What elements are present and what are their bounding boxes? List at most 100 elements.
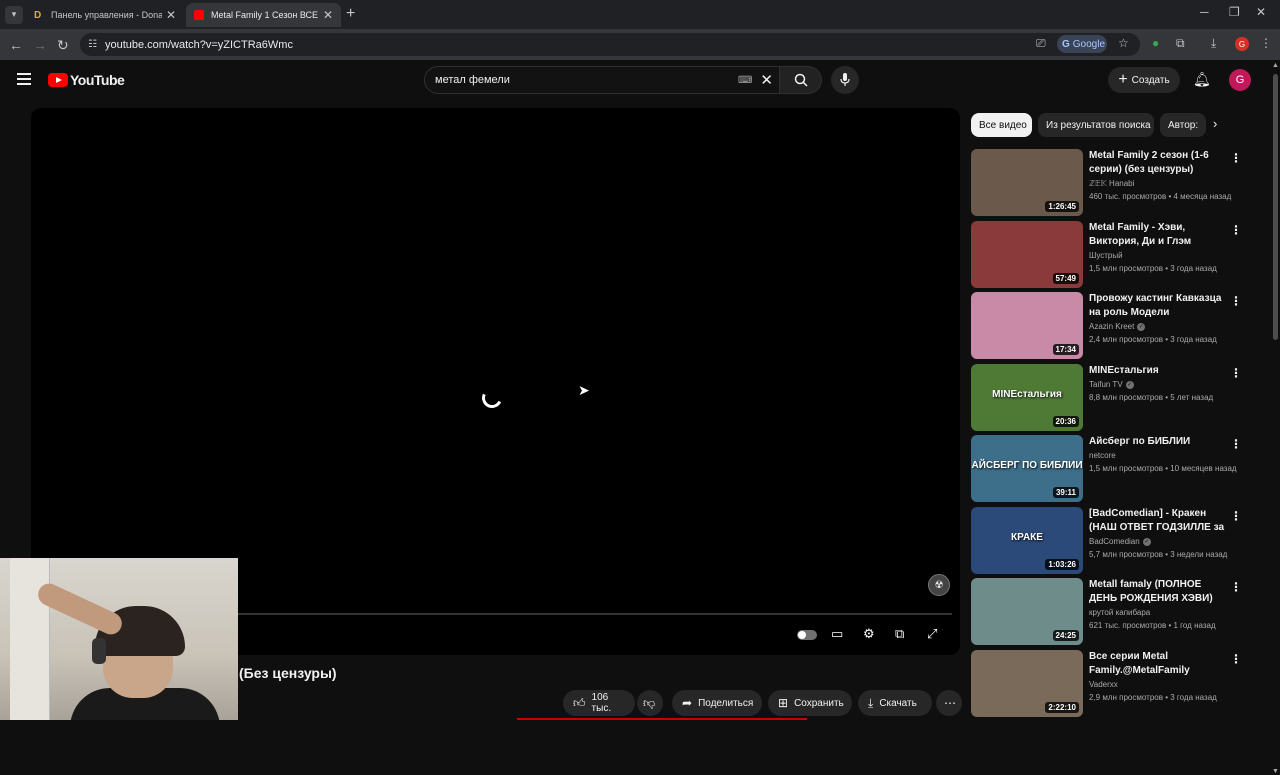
more-options-icon[interactable]: ⋮ [1230, 652, 1242, 666]
recommendation-item[interactable]: 1:26:45 Metal Family 2 сезон (1-6 серии) … [971, 149, 1251, 217]
youtube-play-icon [48, 73, 68, 87]
address-bar[interactable]: ☷ youtube.com/watch?v=yZICTRa6Wmc [80, 33, 1140, 56]
recommendation-item[interactable]: 24:25 Metall famaly (ПОЛНОЕ ДЕНЬ РОЖДЕНИЯ… [971, 578, 1251, 646]
recommendation-item[interactable]: 57:49 Metal Family - Хэви, Виктория, Ди и… [971, 221, 1251, 289]
recommendation-item[interactable]: КРАКЕ 1:03:26 [BadComedian] - Кракен (НАШ … [971, 507, 1251, 575]
recommendation-channel[interactable]: Шустрый [1089, 251, 1227, 260]
minimize-icon[interactable]: ─ [1200, 5, 1209, 19]
page-scrollbar[interactable]: ▲ ▼ [1271, 60, 1280, 775]
recommendation-item[interactable]: 2:22:10 Все серии Metal Family.@MetalFami… [971, 650, 1251, 718]
miniplayer-icon[interactable]: ⧉ [895, 626, 904, 642]
share-button[interactable]: ➦ Поделиться [672, 690, 762, 716]
recommendation-channel[interactable]: Taifun TV ✓ [1089, 380, 1227, 389]
maximize-icon[interactable]: ❐ [1229, 5, 1240, 19]
browser-tab-youtube[interactable]: Metal Family 1 Сезон ВСЕ СЕРИ ✕ [186, 3, 341, 27]
search-button[interactable] [780, 66, 822, 94]
video-title: (Без цензуры) [239, 665, 337, 681]
video-thumbnail[interactable]: 24:25 [971, 578, 1083, 645]
extensions-puzzle-icon[interactable]: ⧉ [1176, 36, 1185, 51]
recommendation-item[interactable]: 17:34 Провожу кастинг Кавказца на роль Мо… [971, 292, 1251, 360]
chip-all-videos[interactable]: Все видео [971, 113, 1032, 137]
recommendation-title[interactable]: Провожу кастинг Кавказца на роль Модели … [1089, 292, 1227, 320]
video-thumbnail[interactable]: 2:22:10 [971, 650, 1083, 717]
site-info-icon[interactable]: ☷ [88, 39, 97, 50]
tab-search-button[interactable]: ▾ [5, 5, 23, 24]
more-options-icon[interactable]: ⋮ [1230, 437, 1242, 451]
back-icon[interactable]: ← [9, 37, 23, 53]
recommendation-item[interactable]: АЙСБЕРГ ПО БИБЛИИ 39:11 Айсберг по БИБЛИИ n… [971, 435, 1251, 503]
recommendation-info: Все серии Metal Family.@MetalFamily Vader… [1089, 650, 1227, 702]
create-button[interactable]: + Создать [1108, 67, 1180, 93]
clear-search-icon[interactable]: ✕ [760, 71, 773, 89]
video-thumbnail[interactable]: АЙСБЕРГ ПО БИБЛИИ 39:11 [971, 435, 1083, 502]
fullscreen-icon[interactable]: ⤢ [927, 626, 937, 642]
recommendation-title[interactable]: Все серии Metal Family.@MetalFamily [1089, 650, 1227, 678]
more-options-icon[interactable]: ⋮ [1230, 366, 1242, 380]
reload-icon[interactable]: ↻ [57, 37, 69, 54]
channel-watermark-icon[interactable]: ☢ [928, 574, 950, 596]
forward-icon[interactable]: → [33, 37, 47, 53]
youtube-logo[interactable]: YouTube [48, 72, 125, 88]
recommendation-channel[interactable]: netcore [1089, 451, 1227, 460]
search-input[interactable]: метал фемели ⌨ ✕ [424, 66, 780, 94]
recommendation-channel[interactable]: Azazin Kreet ✓ [1089, 322, 1227, 331]
chip-from-search[interactable]: Из результатов поиска [1038, 113, 1154, 137]
recommendation-title[interactable]: Metal Family - Хэви, Виктория, Ди и Глэм… [1089, 221, 1227, 249]
more-options-icon[interactable]: ⋮ [1230, 223, 1242, 237]
subtitles-icon[interactable]: ▭ [831, 626, 843, 642]
dislike-button[interactable]: 👎︎ [637, 690, 663, 716]
video-thumbnail[interactable]: 1:26:45 [971, 149, 1083, 216]
verified-check-icon: ✓ [1125, 380, 1134, 389]
more-options-icon[interactable]: ⋮ [1230, 509, 1242, 523]
scroll-down-icon[interactable]: ▼ [1272, 768, 1279, 775]
recommendation-channel[interactable]: крутой капибара [1089, 608, 1227, 617]
close-tab-icon[interactable]: ✕ [323, 8, 333, 22]
more-actions-button[interactable]: ⋯ [936, 690, 962, 716]
install-app-icon[interactable]: ⎚ [1036, 36, 1046, 51]
video-thumbnail[interactable]: 57:49 [971, 221, 1083, 288]
google-lens-chip[interactable]: G Google [1057, 35, 1107, 53]
chip-author[interactable]: Автор: [1160, 113, 1206, 137]
close-tab-icon[interactable]: ✕ [166, 8, 176, 22]
more-options-icon[interactable]: ⋮ [1230, 580, 1242, 594]
recommendation-item[interactable]: MINEстальгия 20:36 MINEстальгия Taifun TV ✓ 8… [971, 364, 1251, 432]
channel-name: Шустрый [1089, 251, 1123, 260]
recommendation-channel[interactable]: ℤ𝔼𝕂 Hanabi [1089, 179, 1227, 188]
browser-profile-avatar[interactable]: G [1235, 37, 1249, 51]
video-thumbnail[interactable]: 17:34 [971, 292, 1083, 359]
autoplay-toggle[interactable] [797, 630, 817, 640]
recommendation-title[interactable]: MINEстальгия [1089, 364, 1227, 378]
download-button[interactable]: ⤓ Скачать [858, 690, 932, 716]
browser-menu-icon[interactable]: ⋮ [1260, 36, 1272, 50]
close-window-icon[interactable]: ✕ [1256, 5, 1266, 19]
scrollbar-thumb[interactable] [1273, 74, 1278, 340]
settings-gear-icon[interactable]: ⚙ [863, 626, 875, 642]
recommendation-channel[interactable]: Vaderxx [1089, 680, 1227, 689]
browser-tab-donation[interactable]: D Панель управления - Donatio ✕ [26, 3, 184, 27]
recommendation-title[interactable]: Айсберг по БИБЛИИ [1089, 435, 1227, 449]
video-thumbnail[interactable]: КРАКЕ 1:03:26 [971, 507, 1083, 574]
logo-text: YouTube [70, 72, 125, 88]
scroll-up-icon[interactable]: ▲ [1272, 62, 1279, 69]
more-options-icon[interactable]: ⋮ [1230, 294, 1242, 308]
keyboard-icon[interactable]: ⌨ [738, 75, 752, 86]
chevron-right-icon[interactable]: › [1213, 116, 1217, 131]
recommendation-title[interactable]: [BadComedian] - Кракен (НАШ ОТВЕТ ГОДЗИЛ… [1089, 507, 1227, 535]
video-thumbnail[interactable]: MINEстальгия 20:36 [971, 364, 1083, 431]
verified-check-icon: ✓ [1142, 537, 1151, 546]
bookmark-star-icon[interactable]: ☆ [1118, 36, 1129, 50]
save-button[interactable]: ⊞ Сохранить [768, 690, 852, 716]
menu-icon[interactable] [17, 73, 31, 85]
notifications-bell-icon[interactable]: 🔔︎ [1193, 71, 1211, 88]
recommendation-title[interactable]: Metall famaly (ПОЛНОЕ ДЕНЬ РОЖДЕНИЯ ХЭВИ… [1089, 578, 1227, 606]
more-options-icon[interactable]: ⋮ [1230, 151, 1242, 165]
download-icon[interactable]: ⤓ [1211, 36, 1216, 51]
account-avatar[interactable]: G [1229, 69, 1251, 91]
like-button[interactable]: 👍︎ 106 тыс. [563, 690, 635, 716]
voice-search-button[interactable] [831, 66, 859, 94]
recommendation-title[interactable]: Metal Family 2 сезон (1-6 серии) (без це… [1089, 149, 1227, 177]
extension-icon[interactable]: ● [1152, 36, 1159, 50]
new-tab-icon[interactable]: + [346, 5, 355, 23]
recommendation-channel[interactable]: BadComedian ✓ [1089, 537, 1227, 546]
channel-name: Vaderxx [1089, 680, 1118, 689]
